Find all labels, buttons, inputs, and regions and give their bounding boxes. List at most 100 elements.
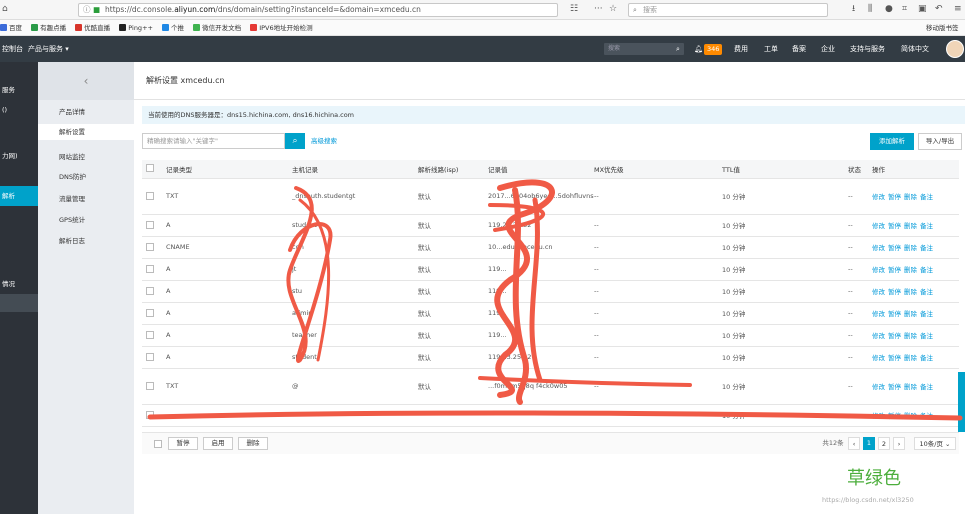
col-host[interactable]: 主机记录: [292, 160, 418, 179]
record-action-link[interactable]: 删除: [904, 288, 917, 296]
console-search-input[interactable]: 搜索: [604, 43, 684, 55]
mobile-bookmarks[interactable]: 移动版书签: [926, 20, 959, 35]
rail-item[interactable]: (): [2, 106, 7, 114]
record-action-link[interactable]: 备注: [920, 310, 933, 318]
bookmark-item[interactable]: IPV6地址开始检测: [250, 20, 313, 35]
record-action-link[interactable]: 删除: [904, 354, 917, 362]
record-action-link[interactable]: 修改: [872, 354, 885, 362]
record-action-link[interactable]: 备注: [920, 244, 933, 252]
browser-search-input[interactable]: ⌕ 搜索: [628, 3, 828, 17]
record-action-link[interactable]: 暂停: [888, 193, 901, 201]
record-action-link[interactable]: 删除: [904, 244, 917, 252]
subnav-dns-logs[interactable]: 解析日志: [59, 235, 85, 245]
notify-badge[interactable]: 346: [704, 44, 723, 55]
record-action-link[interactable]: 删除: [904, 310, 917, 318]
record-action-link[interactable]: 备注: [920, 193, 933, 201]
next-page-icon[interactable]: ›: [893, 437, 905, 450]
prev-page-icon[interactable]: ‹: [848, 437, 860, 450]
record-action-link[interactable]: 删除: [904, 266, 917, 274]
rail-item[interactable]: 服务: [2, 84, 15, 94]
rail-item-selected[interactable]: [0, 294, 38, 312]
bookmark-item[interactable]: Ping++: [119, 20, 153, 35]
record-action-link[interactable]: 暂停: [888, 383, 901, 391]
record-action-link[interactable]: 暂停: [888, 354, 901, 362]
rail-item[interactable]: 情况: [2, 278, 15, 288]
page-size-select[interactable]: 10条/页 ⌄: [914, 437, 956, 450]
more-icon[interactable]: ···: [594, 4, 603, 15]
record-search-input[interactable]: 精确搜索请输入"关键字": [142, 133, 285, 149]
nav-enterprise[interactable]: 企业: [821, 36, 835, 62]
address-bar[interactable]: ⓘ ■ https://dc.console.aliyun.com/dns/do…: [78, 3, 558, 17]
record-action-link[interactable]: 删除: [904, 332, 917, 340]
record-action-link[interactable]: 备注: [920, 354, 933, 362]
import-export-button[interactable]: 导入/导出: [918, 133, 962, 150]
record-action-link[interactable]: 备注: [920, 383, 933, 391]
bookmark-item[interactable]: 优酷直播: [75, 20, 110, 35]
col-ttl[interactable]: TTL值: [722, 160, 848, 179]
record-action-link[interactable]: 暂停: [888, 412, 901, 420]
row-checkbox[interactable]: [142, 368, 166, 405]
bookmark-item[interactable]: 有趣点播: [31, 20, 66, 35]
record-action-link[interactable]: 删除: [904, 222, 917, 230]
col-type[interactable]: 记录类型: [166, 160, 292, 179]
download-icon[interactable]: ⭳: [852, 4, 855, 15]
record-action-link[interactable]: 修改: [872, 244, 885, 252]
row-checkbox[interactable]: [142, 236, 166, 259]
row-checkbox[interactable]: [142, 404, 166, 427]
col-line[interactable]: 解析线路(isp): [418, 160, 488, 179]
record-action-link[interactable]: 修改: [872, 412, 885, 420]
subnav-gps-stats[interactable]: GPS统计: [59, 214, 85, 224]
record-action-link[interactable]: 修改: [872, 193, 885, 201]
subnav-traffic-management[interactable]: 流量管理: [59, 193, 85, 203]
record-action-link[interactable]: 删除: [904, 193, 917, 201]
batch-pause-button[interactable]: 暂停: [168, 437, 198, 450]
rail-item-active[interactable]: 解析: [0, 186, 38, 206]
page-2[interactable]: 2: [878, 437, 890, 450]
footer-select-checkbox[interactable]: [154, 440, 162, 448]
search-button[interactable]: ⌕: [285, 133, 305, 149]
bookmark-item[interactable]: 百度: [0, 20, 22, 35]
record-action-link[interactable]: 暂停: [888, 244, 901, 252]
advanced-search-link[interactable]: 高级搜索: [311, 133, 337, 149]
col-mx[interactable]: MX优先级: [594, 160, 722, 179]
record-action-link[interactable]: 修改: [872, 310, 885, 318]
record-action-link[interactable]: 暂停: [888, 310, 901, 318]
record-action-link[interactable]: 备注: [920, 288, 933, 296]
avatar[interactable]: [946, 40, 964, 58]
console-home-link[interactable]: 控制台: [2, 36, 23, 62]
col-status[interactable]: 状态: [848, 160, 872, 179]
reader-icon[interactable]: ☷: [570, 4, 578, 15]
row-checkbox[interactable]: [142, 302, 166, 325]
products-menu[interactable]: 产品与服务 ▾: [28, 36, 69, 62]
row-checkbox[interactable]: [142, 324, 166, 347]
menu-icon[interactable]: ≡: [954, 4, 962, 15]
collapse-chevron-icon[interactable]: ‹: [38, 62, 134, 100]
record-action-link[interactable]: 暂停: [888, 288, 901, 296]
record-action-link[interactable]: 暂停: [888, 332, 901, 340]
row-checkbox[interactable]: [142, 258, 166, 281]
row-checkbox[interactable]: [142, 280, 166, 303]
bookmark-item[interactable]: 个推: [162, 20, 184, 35]
feedback-tab[interactable]: [958, 372, 965, 432]
record-action-link[interactable]: 修改: [872, 332, 885, 340]
record-action-link[interactable]: 修改: [872, 222, 885, 230]
bell-icon[interactable]: 🔔︎: [694, 36, 703, 62]
record-action-link[interactable]: 修改: [872, 383, 885, 391]
nav-language[interactable]: 简体中文: [901, 36, 929, 62]
chat-icon[interactable]: ●: [885, 4, 893, 15]
record-action-link[interactable]: 删除: [904, 383, 917, 391]
row-checkbox[interactable]: [142, 346, 166, 369]
add-record-button[interactable]: 添加解析: [870, 133, 914, 150]
batch-enable-button[interactable]: 启用: [203, 437, 233, 450]
select-all-checkbox[interactable]: [142, 160, 166, 179]
batch-delete-button[interactable]: 删除: [238, 437, 268, 450]
nav-icp[interactable]: 备案: [792, 36, 806, 62]
record-action-link[interactable]: 备注: [920, 266, 933, 274]
record-action-link[interactable]: 暂停: [888, 266, 901, 274]
col-value[interactable]: 记录值: [488, 160, 594, 179]
nav-fees[interactable]: 费用: [734, 36, 748, 62]
subnav-site-monitor[interactable]: 网站监控: [59, 151, 85, 161]
info-icon[interactable]: ⓘ: [83, 4, 91, 16]
subnav-product-detail[interactable]: 产品详情: [59, 106, 85, 116]
bookmark-item[interactable]: 微信开发文档: [193, 20, 241, 35]
